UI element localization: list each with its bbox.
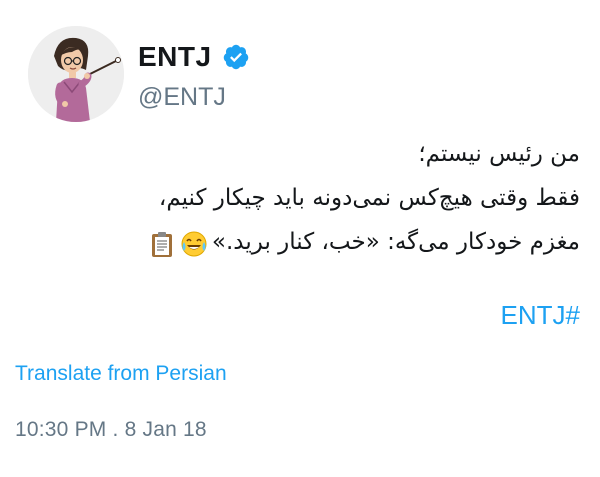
- tweet-text: من رئیس نیستم؛ فقط وقتی هیچ‌کس نمی‌دونه …: [20, 132, 580, 264]
- tweet-card: ENTJ @ENTJ من رئیس نیستم؛ فقط وقتی هیچ‌ک…: [0, 0, 600, 477]
- tweet-timestamp[interactable]: 10:30 PM . 8 Jan 18: [15, 418, 207, 442]
- name-row: ENTJ: [138, 37, 250, 77]
- tweet-header: ENTJ @ENTJ: [28, 26, 250, 122]
- avatar[interactable]: [28, 26, 124, 122]
- tweet-line-2: فقط وقتی هیچ‌کس نمی‌دونه باید چیکار کنیم…: [158, 185, 580, 211]
- verified-badge-icon: [222, 43, 250, 71]
- hashtag-link[interactable]: ENTJ#: [501, 300, 580, 331]
- clipboard-icon: [148, 229, 176, 257]
- tweet-line-3: مغزم خودکار می‌گه: «خب، کنار برید.»: [211, 229, 580, 255]
- display-name[interactable]: ENTJ: [138, 41, 212, 73]
- emoji-group: [148, 229, 208, 257]
- user-handle[interactable]: @ENTJ: [138, 83, 250, 112]
- face-with-tears-of-joy-icon: [180, 229, 208, 257]
- avatar-presenter-woman-icon: [28, 26, 124, 122]
- author-identity: ENTJ @ENTJ: [138, 37, 250, 112]
- tweet-line-1: من رئیس نیستم؛: [418, 141, 580, 167]
- tweet-line-3-wrap: مغزم خودکار می‌گه: «خب، کنار برید.»: [20, 220, 580, 264]
- translate-link[interactable]: Translate from Persian: [15, 362, 227, 386]
